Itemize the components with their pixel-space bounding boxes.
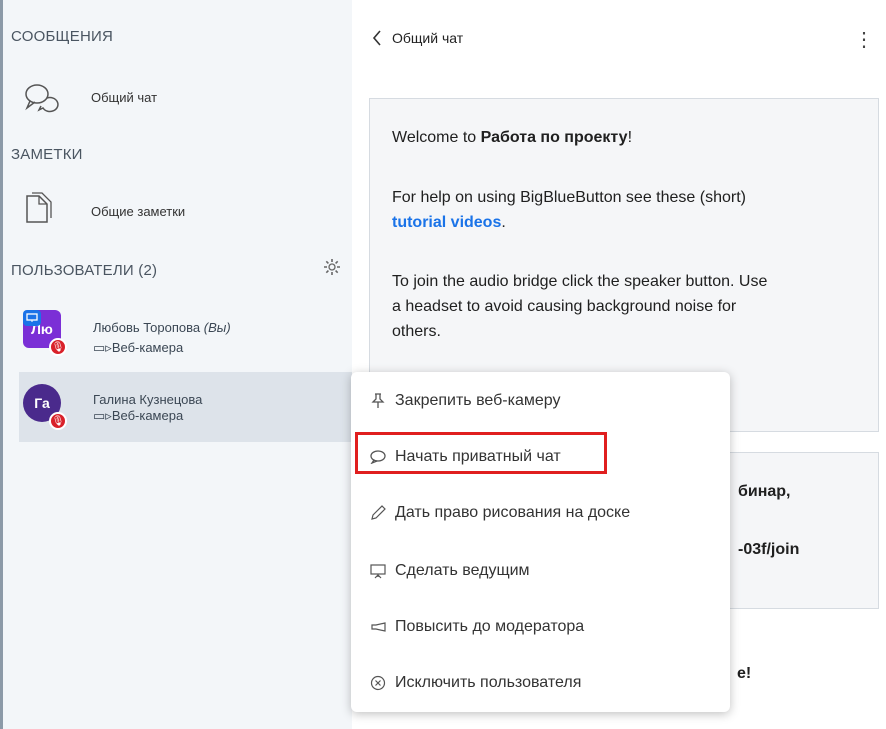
- user-camera-status: ▭▹Веб-камера: [93, 408, 184, 423]
- notes-title: ЗАМЕТКИ: [11, 146, 83, 163]
- promote-icon: [369, 621, 387, 633]
- chat-bubble-icon: [369, 450, 387, 464]
- pencil-icon: [369, 505, 387, 521]
- tutorial-link[interactable]: tutorial videos: [392, 214, 501, 231]
- user-row[interactable]: Лю 🎙 Любовь Торопова (Вы) ▭▹Веб-камера: [19, 298, 353, 368]
- help-text: For help on using BigBlueButton see thes…: [392, 189, 746, 231]
- presenter-icon: [369, 563, 387, 579]
- menu-item-remove-user[interactable]: Исключить пользователя: [369, 674, 581, 692]
- gear-icon[interactable]: [323, 258, 341, 281]
- camera-icon: ▭▹: [93, 340, 112, 355]
- message-fragment: бинар,: [738, 483, 791, 500]
- chat-header[interactable]: Общий чат: [372, 30, 463, 46]
- user-camera-status: ▭▹Веб-камера: [93, 340, 184, 355]
- menu-item-pin-webcam[interactable]: Закрепить веб-камеру: [369, 392, 560, 410]
- shared-notes-label: Общие заметки: [91, 204, 186, 219]
- menu-item-private-chat[interactable]: Начать приватный чат: [369, 448, 561, 466]
- camera-icon: ▭▹: [93, 408, 112, 423]
- muted-mic-icon: 🎙: [49, 338, 67, 356]
- users-title: ПОЛЬЗОВАТЕЛИ (2): [11, 262, 158, 279]
- chat-title: Общий чат: [392, 30, 464, 46]
- room-name: Работа по проекту: [480, 129, 628, 146]
- menu-item-whiteboard-access[interactable]: Дать право рисования на доске: [369, 504, 630, 522]
- chevron-left-icon[interactable]: [372, 30, 382, 46]
- muted-mic-icon: 🎙: [49, 412, 67, 430]
- shared-notes-item[interactable]: Общие заметки: [3, 188, 352, 232]
- menu-item-promote-moderator[interactable]: Повысить до модератора: [369, 618, 584, 636]
- message-fragment: -03f/join: [738, 541, 800, 558]
- user-name: Любовь Торопова (Вы): [93, 320, 231, 335]
- welcome-line: Welcome to Работа по проекту!: [392, 129, 633, 146]
- messages-title: СООБЩЕНИЯ: [11, 28, 113, 45]
- public-chat-item[interactable]: Общий чат: [3, 78, 352, 122]
- remove-circle-icon: [369, 675, 387, 691]
- kebab-icon[interactable]: ⋮: [854, 30, 874, 50]
- menu-item-make-presenter[interactable]: Сделать ведущим: [369, 562, 530, 580]
- public-chat-label: Общий чат: [91, 90, 158, 105]
- audio-help-text: To join the audio bridge click the speak…: [392, 273, 768, 340]
- document-icon: [23, 192, 53, 231]
- you-tag: (Вы): [203, 320, 231, 335]
- sidebar: СООБЩЕНИЯ Общий чат ЗАМЕТКИ Общие заметк…: [0, 0, 353, 729]
- presenter-badge-icon: [23, 310, 41, 326]
- user-row-selected[interactable]: Га 🎙 Галина Кузнецова ▭▹Веб-камера: [19, 372, 353, 442]
- pin-icon: [369, 393, 387, 409]
- user-context-menu: Закрепить веб-камеру Начать приватный ча…: [351, 372, 730, 712]
- user-name: Галина Кузнецова: [93, 392, 203, 407]
- chat-bubbles-icon: [23, 82, 59, 119]
- message-fragment: e!: [737, 665, 752, 682]
